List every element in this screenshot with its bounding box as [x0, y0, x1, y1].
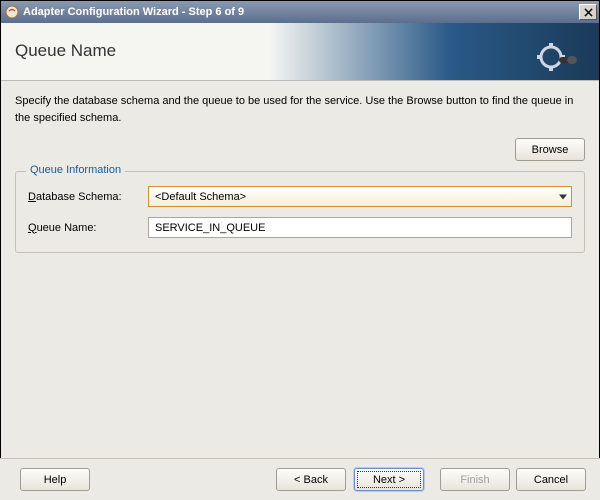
group-legend: Queue Information: [26, 164, 125, 176]
database-schema-label: Database Schema:: [28, 191, 148, 203]
cancel-button[interactable]: Cancel: [516, 468, 586, 491]
instructions-text: Specify the database schema and the queu…: [15, 93, 585, 126]
gear-icon: [537, 39, 577, 79]
finish-button-label: Finish: [460, 474, 489, 486]
cancel-button-label: Cancel: [534, 474, 568, 486]
content-area: Specify the database schema and the queu…: [1, 81, 599, 253]
help-button[interactable]: Help: [20, 468, 90, 491]
queue-name-label: Queue Name:: [28, 222, 148, 234]
title-bar: Adapter Configuration Wizard - Step 6 of…: [1, 1, 599, 23]
database-schema-combo[interactable]: <Default Schema>: [148, 186, 572, 207]
app-icon: [5, 5, 19, 19]
page-title: Queue Name: [15, 41, 116, 61]
browse-button-label: Browse: [532, 144, 569, 156]
help-button-label: Help: [44, 474, 67, 486]
database-schema-value: <Default Schema>: [155, 191, 246, 203]
queue-name-input[interactable]: [148, 217, 572, 238]
finish-button: Finish: [440, 468, 510, 491]
close-button[interactable]: [579, 4, 597, 20]
chevron-down-icon: [559, 194, 567, 199]
browse-button[interactable]: Browse: [515, 138, 585, 161]
back-button-label: < Back: [294, 474, 328, 486]
queue-information-group: Queue Information Database Schema: <Defa…: [15, 171, 585, 253]
next-button[interactable]: Next >: [354, 468, 424, 491]
window-title: Adapter Configuration Wizard - Step 6 of…: [23, 6, 579, 18]
wizard-footer: Help < Back Next > Finish Cancel: [0, 458, 600, 500]
wizard-banner: Queue Name: [1, 23, 599, 81]
back-button[interactable]: < Back: [276, 468, 346, 491]
next-button-label: Next >: [373, 474, 405, 486]
